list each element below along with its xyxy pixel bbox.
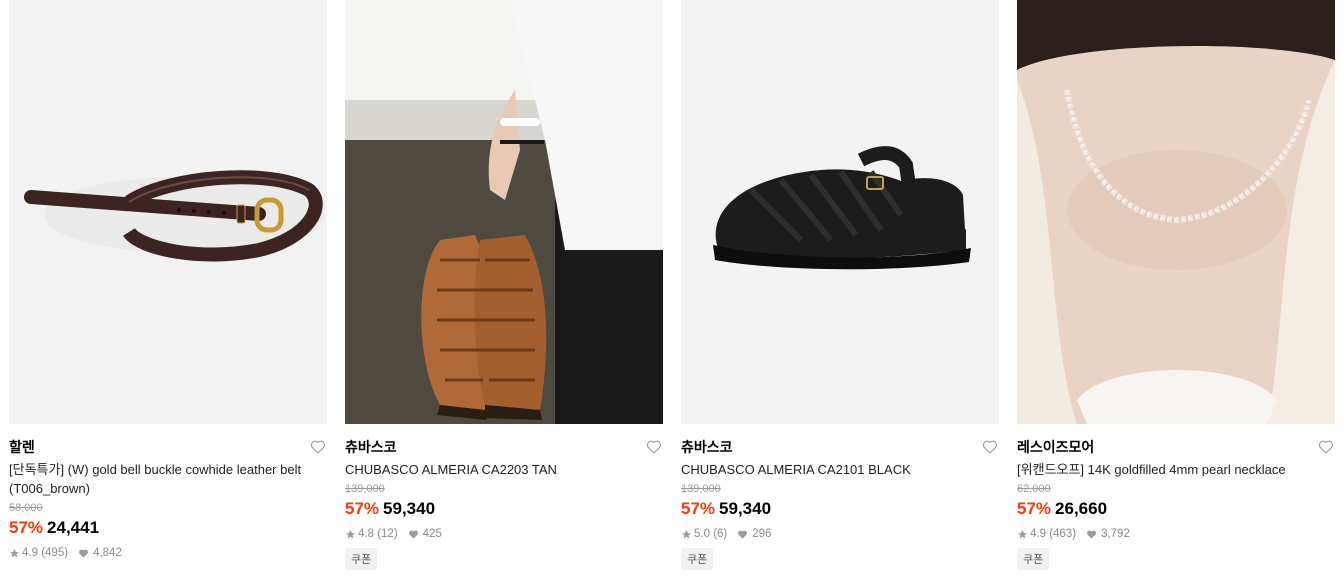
like-count: 3,792 bbox=[1101, 528, 1130, 540]
product-image[interactable] bbox=[345, 0, 663, 424]
product-image[interactable] bbox=[9, 0, 327, 424]
sandal-black-image bbox=[681, 0, 999, 424]
heart-filled-icon bbox=[79, 549, 89, 558]
heart-filled-icon bbox=[1087, 530, 1097, 539]
review-count: (6) bbox=[713, 528, 728, 540]
review-count: (495) bbox=[41, 547, 69, 559]
coupon-badge: 쿠폰 bbox=[681, 548, 714, 570]
belt-image bbox=[9, 0, 327, 424]
like-count: 4,842 bbox=[93, 547, 122, 559]
original-price: 139,000 bbox=[681, 483, 721, 495]
rating: 4.9 bbox=[1030, 528, 1046, 540]
original-price: 58,000 bbox=[9, 502, 43, 514]
rating: 4.8 bbox=[358, 528, 374, 540]
original-price: 139,000 bbox=[345, 483, 385, 495]
like-count: 425 bbox=[422, 528, 442, 540]
sale-price: 24,441 bbox=[47, 518, 100, 537]
sale-price: 26,660 bbox=[1055, 499, 1108, 518]
sandal-tan-image bbox=[345, 0, 663, 424]
product-image[interactable] bbox=[1017, 0, 1335, 424]
product-card[interactable]: 레스이즈모어 [위캔드오프] 14K goldfilled 4mm pearl … bbox=[1017, 0, 1335, 570]
coupon-badge: 쿠폰 bbox=[1017, 548, 1050, 570]
sale-price: 59,340 bbox=[383, 499, 436, 518]
star-icon bbox=[9, 548, 20, 558]
heart-outline-icon[interactable] bbox=[1317, 438, 1335, 456]
product-title[interactable]: CHUBASCO ALMERIA CA2203 TAN bbox=[345, 460, 663, 479]
heart-filled-icon bbox=[408, 530, 418, 539]
discount-rate: 57% bbox=[1017, 499, 1052, 518]
necklace-image bbox=[1017, 0, 1335, 424]
product-card[interactable]: 츄바스코 CHUBASCO ALMERIA CA2101 BLACK 139,0… bbox=[681, 0, 999, 570]
star-icon bbox=[345, 529, 356, 539]
heart-outline-icon[interactable] bbox=[645, 438, 663, 456]
product-title[interactable]: CHUBASCO ALMERIA CA2101 BLACK bbox=[681, 460, 999, 479]
brand-name[interactable]: 츄바스코 bbox=[681, 437, 733, 457]
like-count: 296 bbox=[752, 528, 772, 540]
discount-rate: 57% bbox=[345, 499, 380, 518]
product-image[interactable] bbox=[681, 0, 999, 424]
rating: 4.9 bbox=[22, 547, 38, 559]
brand-name[interactable]: 츄바스코 bbox=[345, 437, 397, 457]
heart-filled-icon bbox=[738, 530, 748, 539]
review-count: (12) bbox=[377, 528, 398, 540]
rating: 5.0 bbox=[694, 528, 710, 540]
product-card[interactable]: 할렌 [단독특가] (W) gold bell buckle cowhide l… bbox=[9, 0, 327, 561]
star-icon bbox=[681, 529, 692, 539]
brand-name[interactable]: 할렌 bbox=[9, 437, 35, 457]
brand-name[interactable]: 레스이즈모어 bbox=[1017, 437, 1094, 457]
product-card[interactable]: 츄바스코 CHUBASCO ALMERIA CA2203 TAN 139,000… bbox=[345, 0, 663, 570]
coupon-badge: 쿠폰 bbox=[345, 548, 378, 570]
product-title[interactable]: [단독특가] (W) gold bell buckle cowhide leat… bbox=[9, 460, 327, 498]
review-count: (463) bbox=[1049, 528, 1077, 540]
product-title[interactable]: [위캔드오프] 14K goldfilled 4mm pearl necklac… bbox=[1017, 460, 1335, 479]
sale-price: 59,340 bbox=[719, 499, 772, 518]
original-price: 62,000 bbox=[1017, 483, 1051, 495]
discount-rate: 57% bbox=[681, 499, 716, 518]
star-icon bbox=[1017, 529, 1028, 539]
discount-rate: 57% bbox=[9, 518, 44, 537]
heart-outline-icon[interactable] bbox=[309, 438, 327, 456]
heart-outline-icon[interactable] bbox=[981, 438, 999, 456]
